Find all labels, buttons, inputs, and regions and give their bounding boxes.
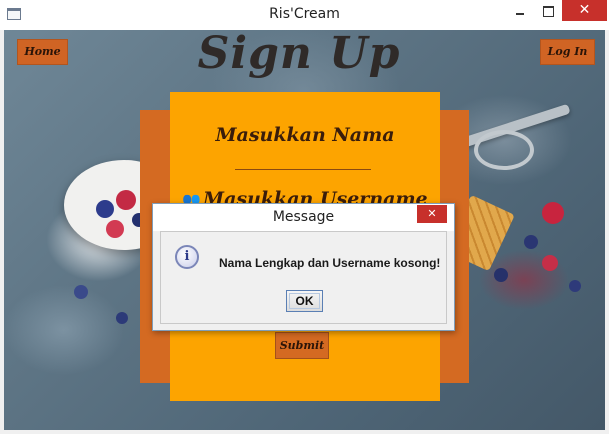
berry-decoration <box>106 220 124 238</box>
close-icon: ✕ <box>578 2 591 18</box>
minimize-button[interactable] <box>506 0 534 22</box>
berry-decoration <box>524 235 538 249</box>
info-icon: i <box>175 245 199 269</box>
name-field-underline[interactable] <box>235 169 371 170</box>
berry-decoration <box>74 285 88 299</box>
maximize-button[interactable] <box>534 0 562 22</box>
home-button[interactable]: Home <box>17 39 68 65</box>
ok-button[interactable]: OK <box>286 290 323 312</box>
ok-button-focus-ring <box>289 293 320 309</box>
maximize-icon <box>543 6 554 17</box>
dialog-body: i Nama Lengkap dan Username kosong! OK <box>160 231 447 324</box>
login-button[interactable]: Log In <box>540 39 595 65</box>
ice-cream-scoop-head <box>474 130 534 170</box>
page-title: Sign Up <box>197 30 401 79</box>
berry-decoration <box>116 190 136 210</box>
close-button[interactable]: ✕ <box>562 0 607 21</box>
dialog-title-bar: Message ✕ <box>153 204 454 231</box>
title-bar: Ris'Cream ✕ <box>0 0 609 30</box>
berry-decoration <box>542 202 564 224</box>
dialog-title: Message <box>272 209 335 225</box>
name-label: Masukkan Nama <box>215 124 395 146</box>
berry-decoration <box>96 200 114 218</box>
minimize-icon <box>516 13 524 15</box>
berry-decoration <box>569 280 581 292</box>
message-dialog: Message ✕ i Nama Lengkap dan Username ko… <box>152 203 455 331</box>
berry-decoration <box>542 255 558 271</box>
berry-decoration <box>494 268 508 282</box>
berry-decoration <box>116 312 128 324</box>
app-window: Ris'Cream ✕ Home Log In Sign Up Masukkan… <box>0 0 609 434</box>
dialog-close-button[interactable]: ✕ <box>417 205 447 223</box>
dialog-message: Nama Lengkap dan Username kosong! <box>219 256 441 270</box>
close-icon: ✕ <box>427 207 437 220</box>
submit-button[interactable]: Submit <box>275 332 329 359</box>
